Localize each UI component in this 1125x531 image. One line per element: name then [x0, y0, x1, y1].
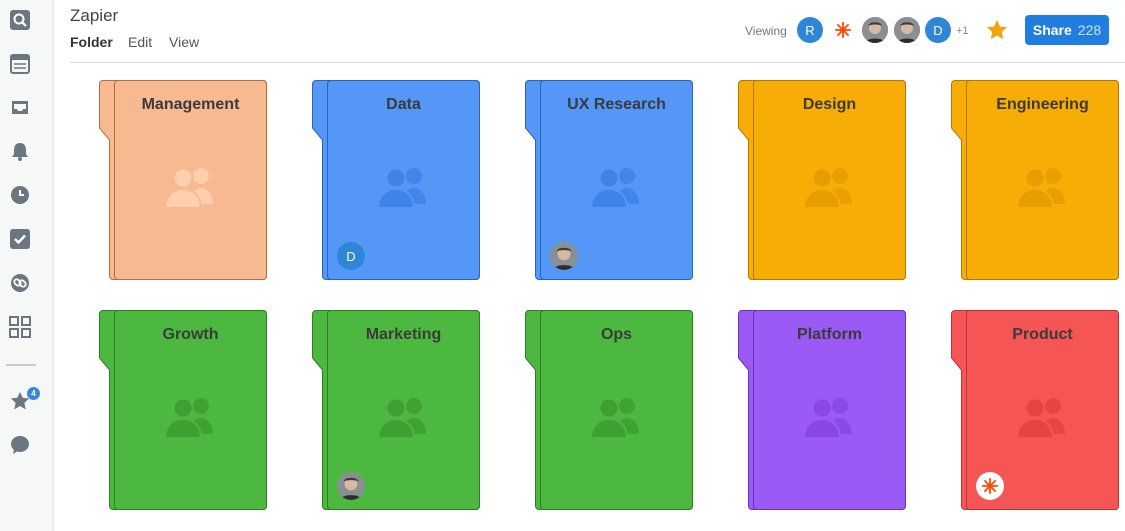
group-icon [1015, 167, 1065, 209]
link-icon[interactable] [9, 272, 31, 294]
folder-card[interactable]: Platform [738, 310, 906, 510]
folder-name: UX Research [567, 96, 666, 113]
inbox-icon[interactable] [9, 96, 31, 118]
search-icon[interactable] [9, 9, 31, 31]
folder-card[interactable]: Growth [99, 310, 267, 510]
user-avatar[interactable]: D [925, 17, 951, 43]
header-divider [70, 62, 1125, 63]
folder-name: Design [802, 96, 857, 113]
browser-icon[interactable] [9, 53, 31, 75]
user-photo-avatar[interactable] [894, 17, 920, 43]
folder-name: Engineering [996, 96, 1089, 113]
group-icon [376, 397, 426, 439]
folder-card[interactable]: Management [99, 80, 267, 280]
grid-icon[interactable] [9, 316, 31, 338]
zapier-logo-avatar[interactable] [830, 17, 856, 43]
clock-icon[interactable] [9, 184, 31, 206]
folder-name: Management [141, 96, 240, 113]
share-count: 228 [1077, 22, 1102, 38]
user-avatar[interactable]: R [797, 17, 823, 43]
favorite-star-icon[interactable] [985, 18, 1009, 47]
folder-card[interactable]: UX Research [525, 80, 693, 280]
menu-edit[interactable]: Edit [128, 34, 152, 50]
checkbox-icon[interactable] [9, 228, 31, 250]
group-icon [163, 397, 213, 439]
folder-card[interactable]: Design [738, 80, 906, 280]
group-icon [376, 167, 426, 209]
menu-view[interactable]: View [169, 34, 199, 50]
zapier-logo-avatar[interactable] [976, 472, 1004, 500]
folder-card[interactable]: Ops [525, 310, 693, 510]
bell-icon[interactable] [9, 140, 31, 162]
share-button[interactable]: Share 228 [1025, 15, 1109, 45]
folder-card[interactable]: Marketing [312, 310, 480, 510]
folder-name: Marketing [365, 326, 442, 343]
share-label: Share [1032, 22, 1072, 38]
group-icon [802, 167, 852, 209]
user-photo-avatar[interactable] [862, 17, 888, 43]
viewing-label: Viewing [745, 24, 787, 38]
folder-name: Product [1012, 326, 1073, 343]
user-photo-avatar[interactable] [337, 472, 365, 500]
sidebar-divider [6, 364, 36, 366]
folder-name: Platform [797, 326, 862, 343]
user-photo-avatar[interactable] [550, 242, 578, 270]
folder-card[interactable]: Data D [312, 80, 480, 280]
folder-card[interactable]: Product [951, 310, 1119, 510]
user-avatar[interactable]: D [337, 242, 365, 270]
group-icon [163, 167, 213, 209]
folder-name: Ops [600, 326, 633, 343]
folder-name: Growth [162, 326, 219, 343]
folder-card[interactable]: Engineering [951, 80, 1119, 280]
group-icon [1015, 397, 1065, 439]
group-icon [589, 397, 639, 439]
folder-name: Data [386, 96, 421, 113]
sidebar: 4 [0, 0, 54, 531]
group-icon [802, 397, 852, 439]
more-viewers-count[interactable]: +1 [956, 25, 969, 37]
page-title: Zapier [70, 6, 119, 25]
menu-folder[interactable]: Folder [70, 34, 113, 50]
chat-icon[interactable] [9, 434, 31, 456]
notification-badge: 4 [27, 387, 40, 400]
group-icon [589, 167, 639, 209]
